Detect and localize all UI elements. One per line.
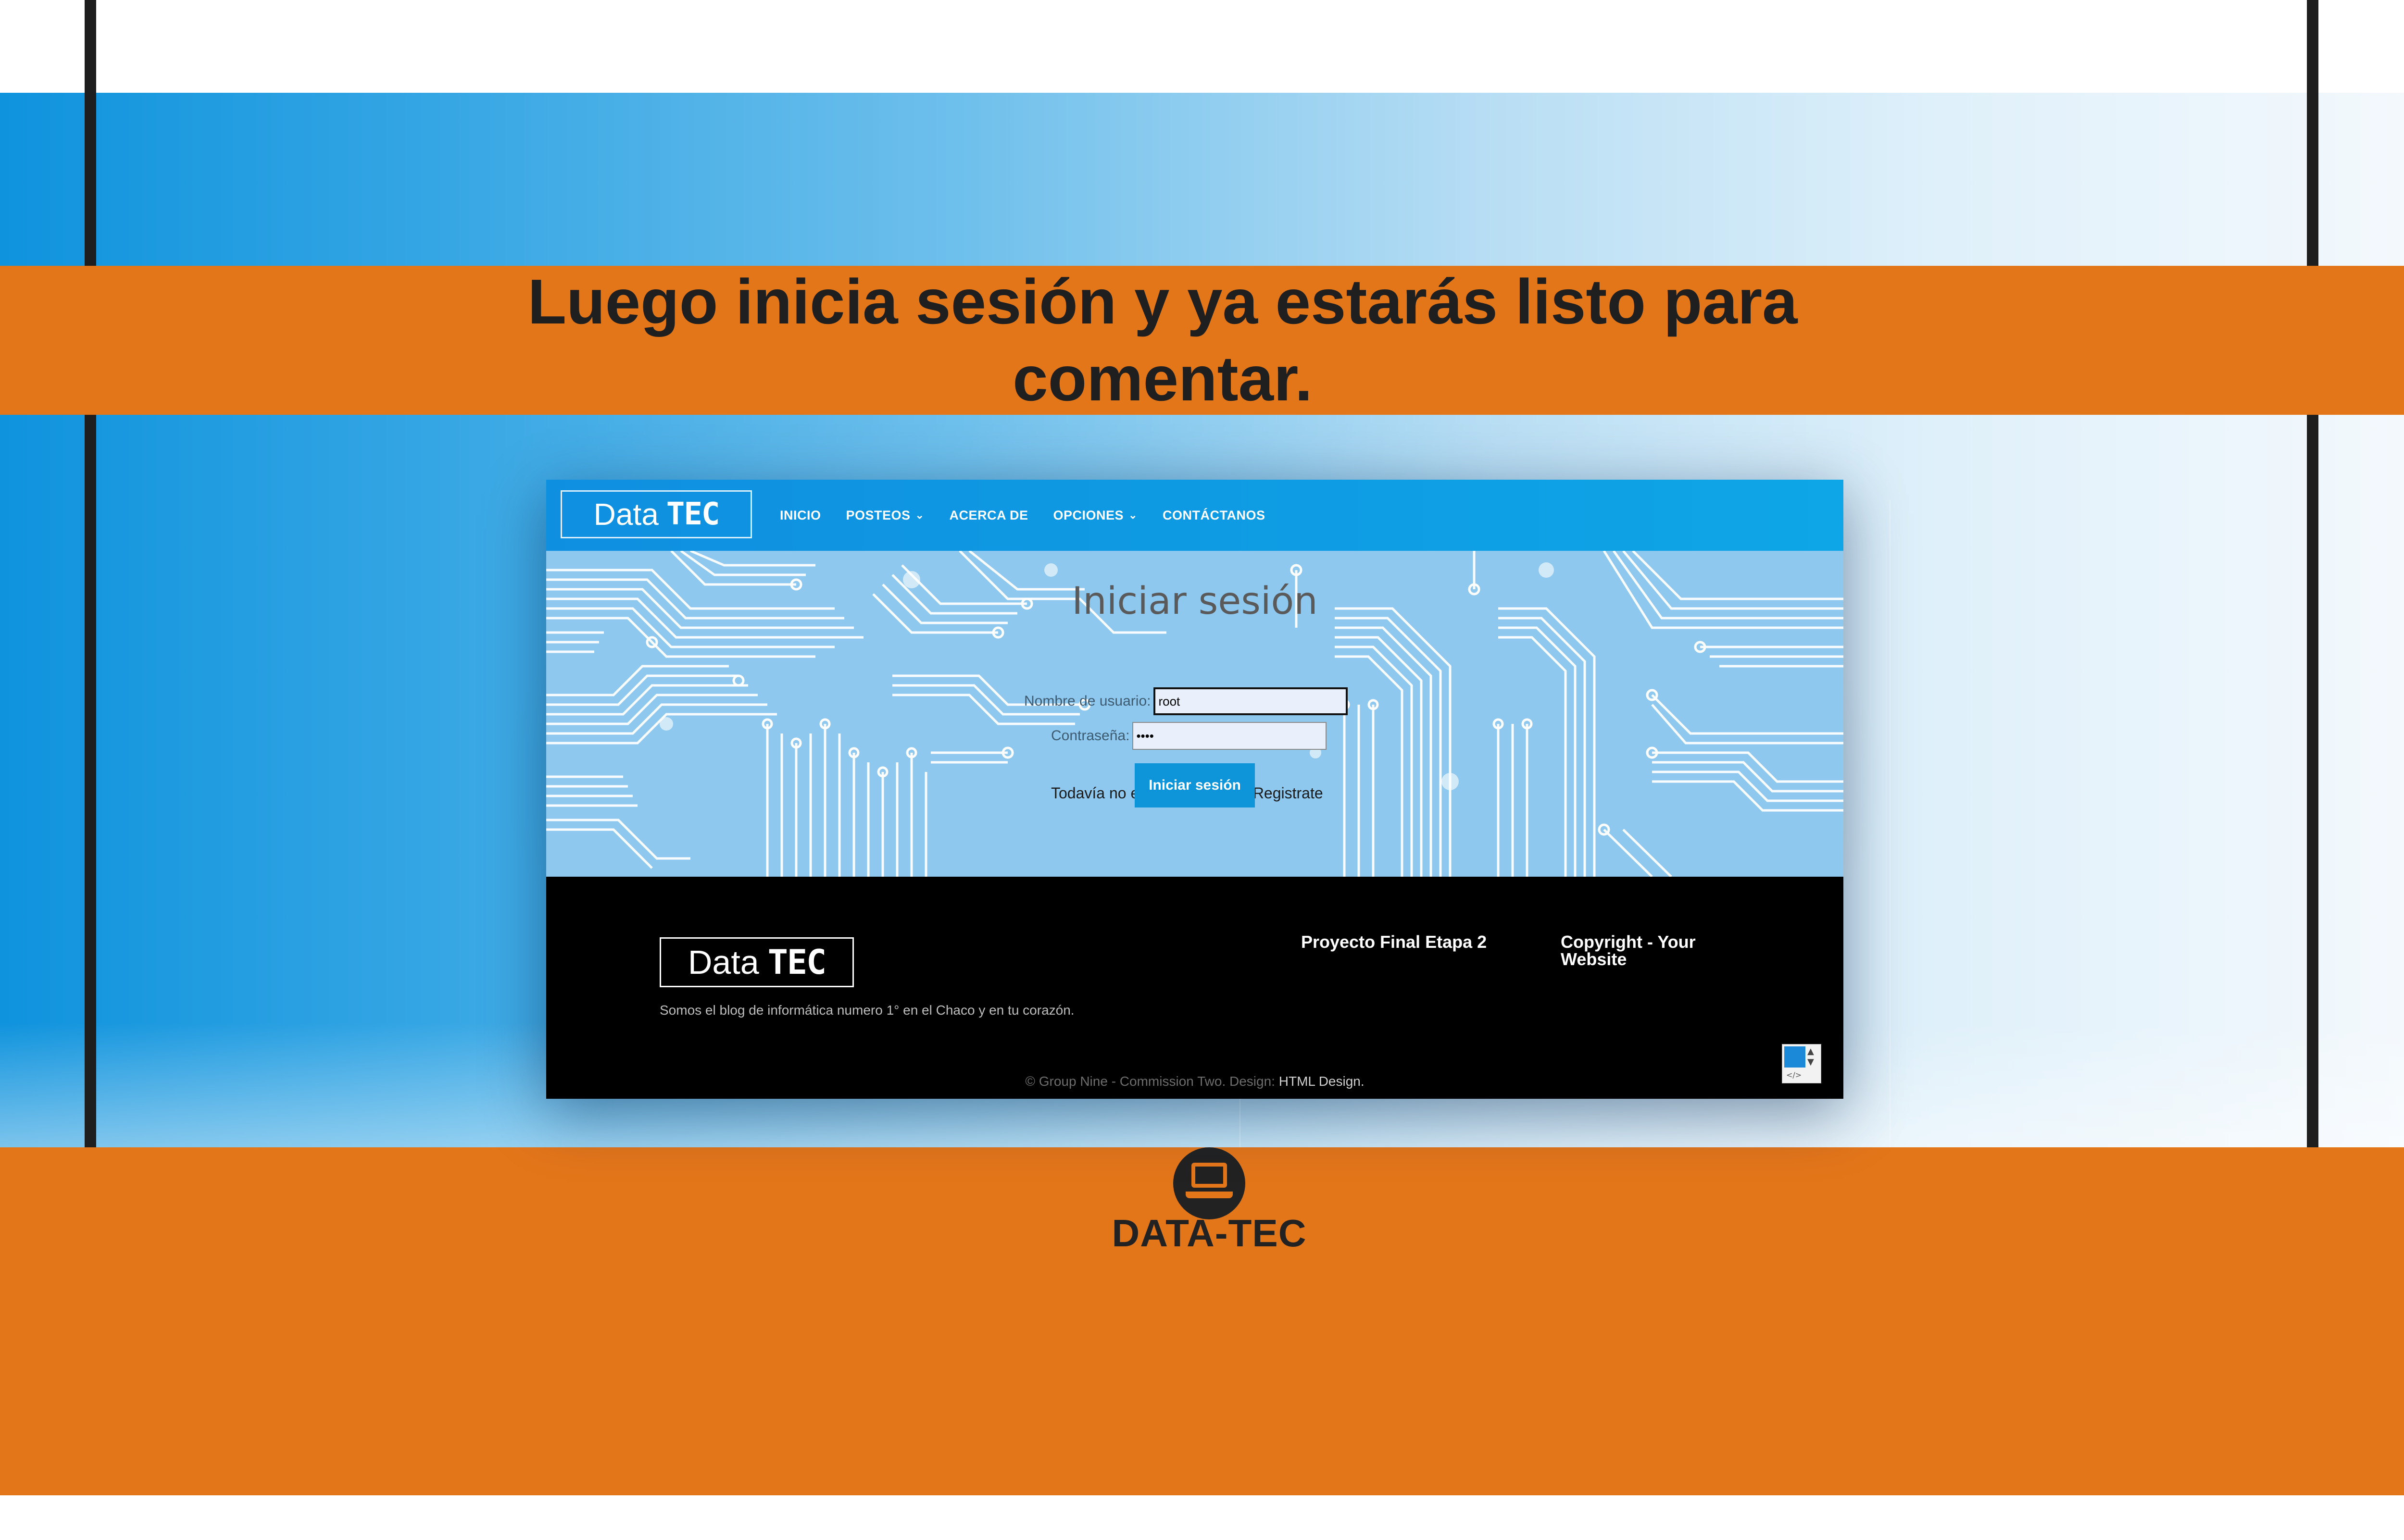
footer-project-title: Proyecto Final Etapa 2 bbox=[1301, 932, 1487, 952]
nav-link-contactanos[interactable]: CONTÁCTANOS bbox=[1163, 508, 1265, 523]
site-logo-strong: TEC bbox=[666, 497, 720, 532]
left-rail bbox=[85, 0, 96, 1150]
brand-name: DATA-TEC bbox=[1112, 1212, 1307, 1254]
nav-link-opciones[interactable]: OPCIONES ⌄ bbox=[1053, 508, 1138, 523]
headline-band: Luego inicia sesión y ya estarás listo p… bbox=[0, 266, 2404, 415]
footer-description: Somos el blog de informática numero 1° e… bbox=[660, 1003, 1075, 1018]
footer-copyright-title: Copyright - Your Website bbox=[1561, 932, 1696, 969]
footer-logo[interactable]: Data TEC bbox=[660, 937, 854, 987]
right-rail bbox=[2307, 0, 2318, 1150]
website-screenshot: Data TEC INICIO POSTEOS ⌄ ACERCA DE OPCIO… bbox=[546, 480, 1843, 1099]
headline: Luego inicia sesión y ya estarás listo p… bbox=[527, 266, 1798, 414]
footer-copyright: © Group Nine - Commission Two. Design: H… bbox=[1025, 1074, 1365, 1089]
username-label: Nombre de usuario: bbox=[1024, 693, 1151, 709]
scroll-top-widget[interactable]: ▲ ▼ </> bbox=[1782, 1044, 1821, 1083]
nav-link-inicio[interactable]: INICIO bbox=[780, 508, 821, 523]
register-link[interactable]: Registrate bbox=[1253, 784, 1323, 802]
background-divider bbox=[1890, 500, 1891, 1149]
nav-link-acerca-de[interactable]: ACERCA DE bbox=[949, 508, 1028, 523]
username-input[interactable] bbox=[1153, 687, 1348, 715]
laptop-icon bbox=[1173, 1147, 1245, 1219]
password-input[interactable] bbox=[1132, 722, 1327, 750]
login-title: Iniciar sesión bbox=[1072, 580, 1318, 623]
html-design-link[interactable]: HTML Design. bbox=[1279, 1074, 1365, 1089]
password-row: Contraseña: bbox=[1051, 722, 1327, 750]
chevron-down-icon: ⌄ bbox=[1128, 509, 1138, 521]
chevron-down-icon: ⌄ bbox=[915, 509, 925, 521]
login-button[interactable]: Iniciar sesión bbox=[1135, 763, 1255, 807]
site-navbar: Data TEC INICIO POSTEOS ⌄ ACERCA DE OPCIO… bbox=[546, 480, 1843, 551]
site-logo[interactable]: Data TEC bbox=[561, 490, 752, 538]
nav-link-posteos[interactable]: POSTEOS ⌄ bbox=[846, 508, 925, 523]
footer-logo-strong: TEC bbox=[767, 943, 826, 982]
footer-logo-light: Data bbox=[688, 944, 759, 981]
code-icon: </> bbox=[1786, 1070, 1802, 1080]
login-hero: Iniciar sesión Nombre de usuario: Contra… bbox=[546, 551, 1843, 877]
username-row: Nombre de usuario: bbox=[1024, 687, 1348, 715]
site-footer: Data TEC Somos el blog de informática nu… bbox=[546, 877, 1843, 1099]
arrow-up-down-icon: ▲ ▼ bbox=[1807, 1046, 1814, 1067]
site-logo-light: Data bbox=[593, 497, 659, 532]
password-label: Contraseña: bbox=[1051, 728, 1130, 744]
nav-links: INICIO POSTEOS ⌄ ACERCA DE OPCIONES ⌄ CONT… bbox=[780, 480, 1265, 551]
